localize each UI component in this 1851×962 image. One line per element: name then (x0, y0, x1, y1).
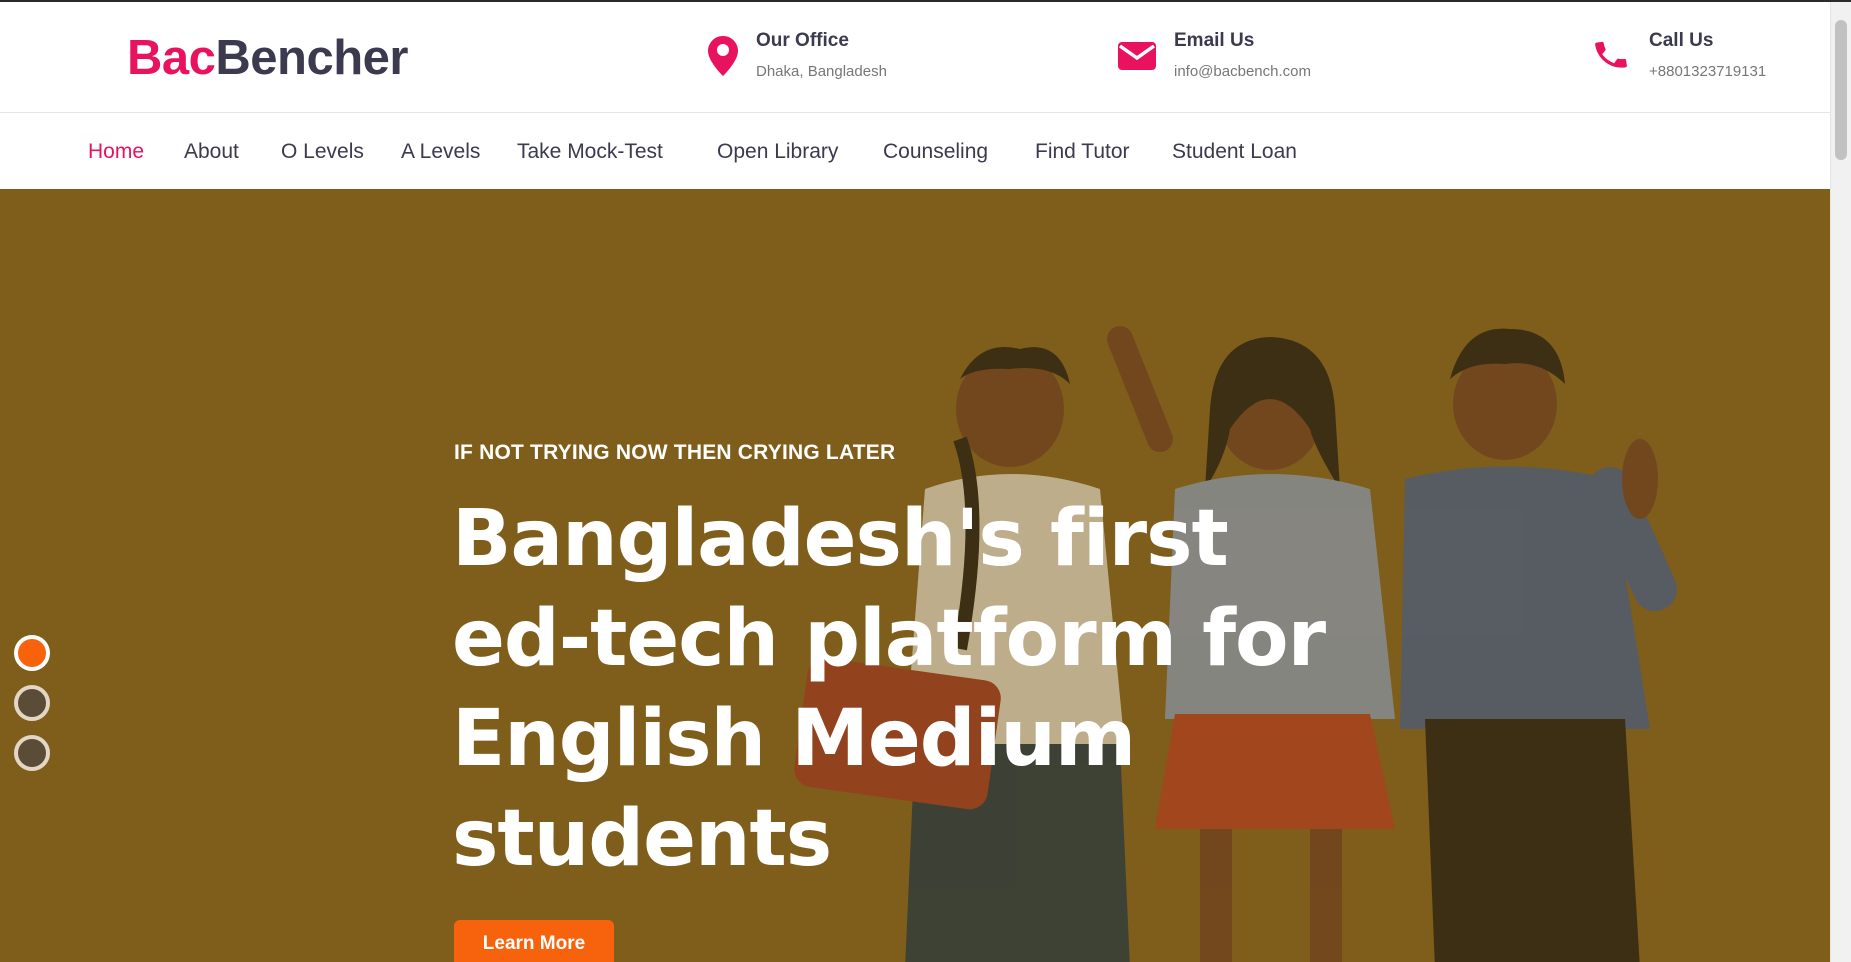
logo-part-bac: Bac (127, 31, 216, 85)
nav-item-student-loan[interactable]: Student Loan (1172, 140, 1297, 164)
phone-icon (1595, 41, 1627, 68)
contact-email-value[interactable]: info@bacbench.com (1174, 63, 1311, 80)
map-pin-icon (708, 36, 738, 76)
nav-item-home[interactable]: Home (88, 140, 144, 164)
contact-email-title: Email Us (1174, 30, 1255, 51)
contact-office-title: Our Office (756, 30, 849, 51)
nav-item-o-levels[interactable]: O Levels (281, 140, 364, 164)
nav-item-find-tutor[interactable]: Find Tutor (1035, 140, 1130, 164)
page-scrollbar[interactable] (1830, 2, 1851, 962)
learn-more-button[interactable]: Learn More (454, 920, 614, 962)
hero-headline: Bangladesh's first ed-tech platform for … (452, 489, 1352, 889)
nav-item-open-library[interactable]: Open Library (717, 140, 838, 164)
nav-item-about[interactable]: About (184, 140, 239, 164)
slider-dot-1[interactable] (14, 635, 50, 671)
contact-phone-value[interactable]: +8801323719131 (1649, 63, 1766, 80)
nav-item-counseling[interactable]: Counseling (883, 140, 988, 164)
site-logo[interactable]: BacBencher (127, 30, 408, 86)
hero-slider: IF NOT TRYING NOW THEN CRYING LATER Bang… (0, 189, 1830, 962)
nav-item-a-levels[interactable]: A Levels (401, 140, 480, 164)
slider-dot-3[interactable] (14, 735, 50, 771)
nav-item-take-mock-test[interactable]: Take Mock-Test (517, 140, 663, 164)
main-nav: Home About O Levels A Levels Take Mock-T… (0, 113, 1830, 189)
scrollbar-thumb[interactable] (1835, 20, 1847, 160)
logo-part-bencher: Bencher (215, 31, 408, 85)
envelope-icon (1118, 42, 1156, 70)
site-header: BacBencher Our Office Dhaka, Bangladesh … (0, 2, 1830, 113)
hero-headline-line: ed-tech platform for (452, 594, 1326, 684)
slider-dot-2[interactable] (14, 685, 50, 721)
contact-office-value: Dhaka, Bangladesh (756, 63, 887, 80)
contact-phone-title: Call Us (1649, 30, 1714, 51)
slider-pagination (14, 635, 50, 785)
hero-tagline: IF NOT TRYING NOW THEN CRYING LATER (454, 441, 896, 464)
hero-headline-line: English Medium (452, 694, 1136, 784)
hero-headline-line: students (452, 794, 832, 884)
hero-headline-line: Bangladesh's first (452, 494, 1229, 584)
